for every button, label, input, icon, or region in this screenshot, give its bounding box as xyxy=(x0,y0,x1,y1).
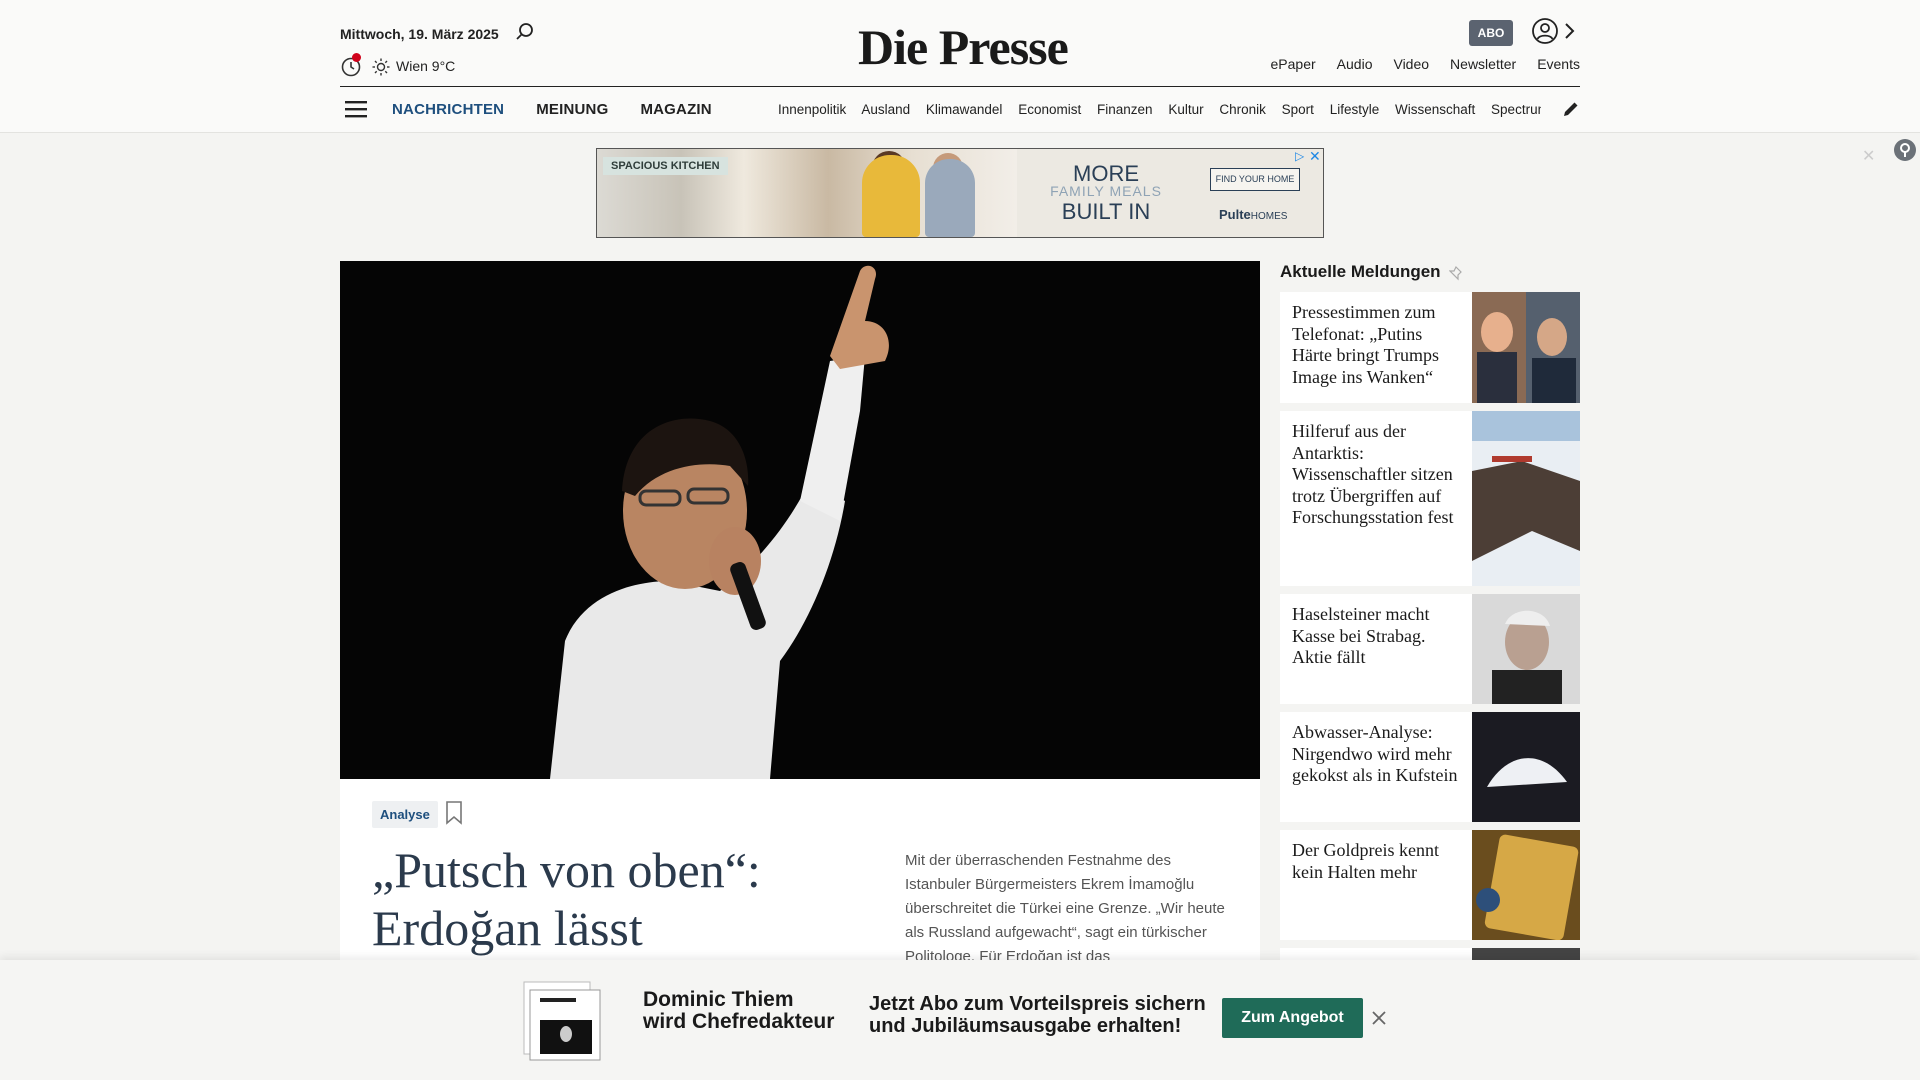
nav-finanzen[interactable]: Finanzen xyxy=(1097,102,1153,117)
nav-kultur[interactable]: Kultur xyxy=(1168,102,1203,117)
hero-photo-man-pointing xyxy=(340,261,1260,779)
nav-meinung[interactable]: MEINUNG xyxy=(536,101,608,118)
ad-tag: SPACIOUS KITCHEN xyxy=(603,157,728,175)
list-item[interactable]: Abwasser-Analyse: Nirgendwo wird mehr ge… xyxy=(1280,712,1580,822)
pencil-icon[interactable] xyxy=(1562,100,1580,118)
news-list: Pressestimmen zum Telefonat: „Putins Här… xyxy=(1280,292,1580,986)
ad-brand-name: Pulte xyxy=(1219,207,1251,222)
article-tag[interactable]: Analyse xyxy=(372,801,438,828)
hamburger-menu-icon[interactable] xyxy=(344,99,368,119)
notification-dot xyxy=(352,53,361,62)
list-item[interactable]: Haselsteiner macht Kasse bei Strabag. Ak… xyxy=(1280,594,1580,704)
chevron-right-icon[interactable] xyxy=(1563,22,1575,40)
nav-magazin[interactable]: MAGAZIN xyxy=(640,101,711,118)
top-links: ePaper Audio Video Newsletter Events xyxy=(1250,56,1580,72)
newspaper-image xyxy=(523,981,601,1061)
ad-person xyxy=(862,155,920,237)
promo-headline-line1: Dominic Thiem xyxy=(643,988,794,1011)
nav-economist[interactable]: Economist xyxy=(1018,102,1081,117)
close-icon[interactable] xyxy=(1371,1010,1387,1026)
promo-offer-text: Jetzt Abo zum Vorteilspreis sichern und … xyxy=(869,993,1206,1037)
list-item[interactable]: Der Goldpreis kennt kein Halten mehr xyxy=(1280,830,1580,940)
adchoices-icon[interactable]: ▷ xyxy=(1295,149,1304,163)
promo-headline: Dominic Thiem wird Chefredakteur xyxy=(643,989,834,1033)
news-item-title[interactable]: Abwasser-Analyse: Nirgendwo wird mehr ge… xyxy=(1292,722,1460,787)
nav-ausland[interactable]: Ausland xyxy=(861,102,910,117)
thumbnail-image xyxy=(1472,830,1580,940)
user-account-icon[interactable] xyxy=(1531,17,1559,45)
help-icon[interactable] xyxy=(1893,138,1917,162)
promo-offer-line1: Jetzt Abo zum Vorteilspreis sichern xyxy=(869,993,1206,1015)
advertisement-banner[interactable]: SPACIOUS KITCHEN MORE FAMILY MEALS BUILT… xyxy=(596,148,1324,238)
sidebar-title: Aktuelle Meldungen xyxy=(1280,262,1441,281)
link-events[interactable]: Events xyxy=(1537,56,1580,72)
news-item-title[interactable]: Der Goldpreis kennt kein Halten mehr xyxy=(1292,840,1460,883)
ad-headline-line3: BUILT IN xyxy=(1061,199,1151,224)
nav-innenpolitik[interactable]: Innenpolitik xyxy=(778,102,846,117)
promo-offer-button[interactable]: Zum Angebot xyxy=(1222,998,1363,1038)
ad-headline-line2: FAMILY MEALS xyxy=(1050,183,1162,199)
promo-headline-line2: wird Chefredakteur xyxy=(643,1010,835,1033)
thumbnail-image xyxy=(1472,594,1580,704)
nav-wissenschaft[interactable]: Wissenschaft xyxy=(1395,102,1475,117)
ad-cta-button[interactable]: FIND YOUR HOME xyxy=(1210,168,1300,191)
nav-klimawandel[interactable]: Klimawandel xyxy=(926,102,1003,117)
sun-icon xyxy=(372,58,390,76)
main-nav: NACHRICHTEN MEINUNG MAGAZIN xyxy=(392,101,744,118)
nav-spectrum[interactable]: Spectrum xyxy=(1491,102,1541,117)
link-video[interactable]: Video xyxy=(1393,56,1429,72)
header-divider xyxy=(340,86,1580,87)
thumbnail-image xyxy=(1472,411,1580,586)
abo-button[interactable]: ABO xyxy=(1469,20,1513,46)
link-epaper[interactable]: ePaper xyxy=(1271,56,1316,72)
promo-offer-line2: und Jubiläumsausgabe erhalten! xyxy=(869,1015,1182,1037)
nav-lifestyle[interactable]: Lifestyle xyxy=(1330,102,1380,117)
hero-image[interactable] xyxy=(340,261,1260,779)
list-item[interactable]: Pressestimmen zum Telefonat: „Putins Här… xyxy=(1280,292,1580,403)
nav-sport[interactable]: Sport xyxy=(1282,102,1314,117)
bookmark-icon[interactable] xyxy=(445,801,463,825)
close-icon[interactable]: ✕ xyxy=(1862,146,1875,166)
thumbnail-image xyxy=(1472,712,1580,822)
article-headline[interactable]: „Putsch von oben“: Erdoğan lässt xyxy=(372,841,832,957)
ad-brand-suffix: HOMES xyxy=(1250,211,1288,222)
thumbnail-image xyxy=(1472,292,1580,403)
ad-close-icon[interactable]: ✕ xyxy=(1309,149,1321,165)
news-item-title[interactable]: Pressestimmen zum Telefonat: „Putins Här… xyxy=(1292,302,1460,388)
section-nav: Innenpolitik Ausland Klimawandel Economi… xyxy=(778,102,1541,117)
news-item-title[interactable]: Hilferuf aus der Antarktis: Wissenschaft… xyxy=(1292,421,1460,529)
ad-brand-logo: PulteHOMES xyxy=(1219,207,1287,222)
site-logo[interactable]: Die Presse xyxy=(858,18,1069,76)
list-item[interactable]: Hilferuf aus der Antarktis: Wissenschaft… xyxy=(1280,411,1580,586)
subscription-promo-bar: Dominic Thiem wird Chefredakteur Jetzt A… xyxy=(0,960,1920,1080)
nav-nachrichten[interactable]: NACHRICHTEN xyxy=(392,101,504,118)
nav-chronik[interactable]: Chronik xyxy=(1219,102,1266,117)
pin-icon xyxy=(1449,266,1462,281)
search-icon[interactable] xyxy=(515,22,535,42)
link-audio[interactable]: Audio xyxy=(1337,56,1373,72)
current-date: Mittwoch, 19. März 2025 xyxy=(340,26,499,42)
link-newsletter[interactable]: Newsletter xyxy=(1450,56,1516,72)
ad-person xyxy=(925,159,975,237)
weather-label[interactable]: Wien 9°C xyxy=(396,58,455,74)
site-header: Mittwoch, 19. März 2025 Wien 9°C Die Pre… xyxy=(0,0,1920,133)
news-item-title[interactable]: Haselsteiner macht Kasse bei Strabag. Ak… xyxy=(1292,604,1460,669)
article-teaser: Mit der überraschenden Festnahme des Ist… xyxy=(905,852,1225,965)
